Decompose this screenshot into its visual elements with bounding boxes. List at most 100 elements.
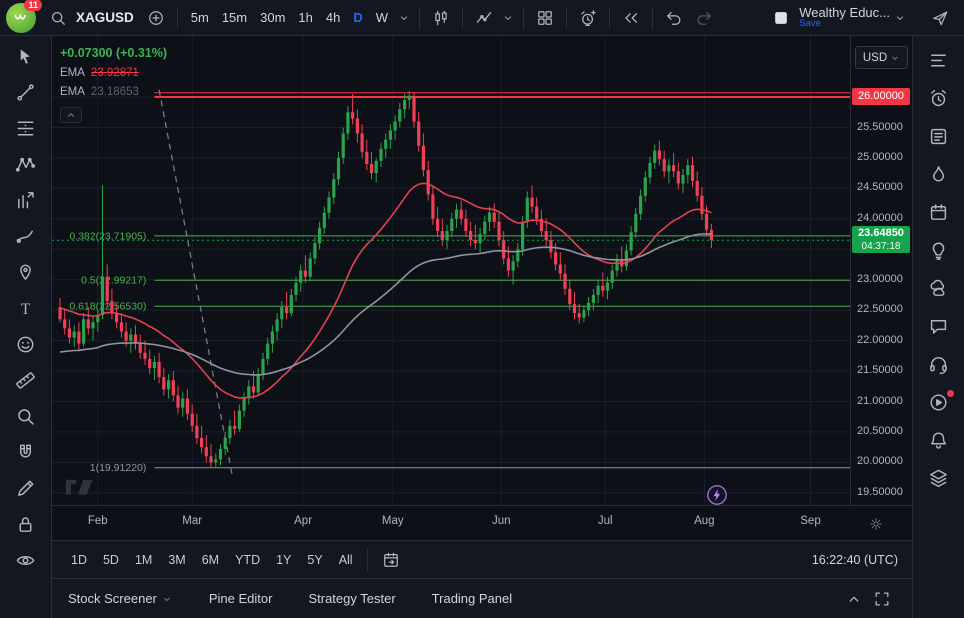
trading-app: 11 XAGUSD 5m15m30m1h4hDW Wealthy Educ...… <box>0 0 964 618</box>
toolbar-separator <box>609 7 610 29</box>
goto-date-icon[interactable] <box>377 546 405 574</box>
emoji-icon[interactable] <box>10 332 42 357</box>
price-tick: 23.00000 <box>857 273 903 285</box>
price-tick: 25.50000 <box>857 121 903 133</box>
brush-icon[interactable] <box>10 224 42 249</box>
clouds-icon[interactable] <box>923 276 955 301</box>
time-tick: Mar <box>177 515 207 527</box>
panel-expand-icon[interactable] <box>840 585 868 613</box>
range-all[interactable]: All <box>334 550 358 570</box>
alarm-icon[interactable] <box>923 86 955 111</box>
timeframe-D[interactable]: D <box>347 6 368 29</box>
news-icon[interactable] <box>923 124 955 149</box>
bulb-icon[interactable] <box>923 238 955 263</box>
indicator-legend-row[interactable]: EMA23.92871 <box>60 67 167 79</box>
redo-icon[interactable] <box>690 4 718 32</box>
time-ticks: FebMarAprMayJunJulAugSep <box>52 506 850 540</box>
layout-name-label: Wealthy Educ... <box>799 6 890 20</box>
bell-icon[interactable] <box>923 428 955 453</box>
save-button[interactable]: Save <box>799 19 821 29</box>
price-tick: 19.50000 <box>857 486 903 498</box>
indicators-menu-icon[interactable] <box>500 4 516 32</box>
watchlist-icon[interactable] <box>923 48 955 73</box>
range-5y[interactable]: 5Y <box>302 550 327 570</box>
search-icon[interactable] <box>44 4 72 32</box>
calendar-icon[interactable] <box>923 200 955 225</box>
headset-icon[interactable] <box>923 352 955 377</box>
range-6m[interactable]: 6M <box>197 550 224 570</box>
ruler-icon[interactable] <box>10 368 42 393</box>
trend-line-icon[interactable] <box>10 80 42 105</box>
currency-label: USD <box>863 52 887 64</box>
price-axis[interactable]: 26.0000025.5000025.0000024.5000024.00000… <box>850 36 912 505</box>
layout-name-button[interactable]: Wealthy Educ... Save <box>799 6 890 30</box>
cursor-icon[interactable] <box>10 44 42 69</box>
app-logo[interactable]: 11 <box>6 3 36 33</box>
bar-countdown: 04:37:18 <box>852 240 910 253</box>
timeframe-5m[interactable]: 5m <box>185 6 215 29</box>
range-3m[interactable]: 3M <box>163 550 190 570</box>
forecast-icon[interactable] <box>10 188 42 213</box>
range-1m[interactable]: 1M <box>130 550 157 570</box>
tab-trading-panel[interactable]: Trading Panel <box>432 591 512 606</box>
publish-icon[interactable] <box>926 4 954 32</box>
range-1d[interactable]: 1D <box>66 550 92 570</box>
panel-maximize-icon[interactable] <box>868 585 896 613</box>
current-price-tag: 23.64850 04:37:18 <box>852 226 910 253</box>
fire-icon[interactable] <box>923 162 955 187</box>
panel-tabs: Stock Screener Pine Editor Strategy Tester… <box>68 591 512 606</box>
layout-menu-icon[interactable] <box>892 4 908 32</box>
stream-icon[interactable] <box>923 390 955 415</box>
time-axis[interactable]: FebMarAprMayJunJulAugSep <box>52 505 912 540</box>
chart-area: 0.382(23.71905)0.5(22.99217)0.618(22.565… <box>52 36 912 505</box>
tab-stock-screener[interactable]: Stock Screener <box>68 591 173 606</box>
tab-strategy-tester[interactable]: Strategy Tester <box>308 591 395 606</box>
alert-icon[interactable] <box>574 4 602 32</box>
timeframe-4h[interactable]: 4h <box>320 6 346 29</box>
top-toolbar: 11 XAGUSD 5m15m30m1h4hDW Wealthy Educ...… <box>0 0 964 36</box>
fib-retracement-icon[interactable] <box>10 116 42 141</box>
magnet-icon[interactable] <box>10 440 42 465</box>
range-ytd[interactable]: YTD <box>230 550 265 570</box>
tab-pine-editor[interactable]: Pine Editor <box>209 591 273 606</box>
currency-select[interactable]: USD <box>855 46 908 69</box>
timeframe-menu-icon[interactable] <box>396 4 412 32</box>
timeframe-W[interactable]: W <box>370 6 394 29</box>
timeframe-15m[interactable]: 15m <box>216 6 253 29</box>
svg-text:0.5(22.99217): 0.5(22.99217) <box>81 275 146 287</box>
candlestick-chart[interactable]: 0.382(23.71905)0.5(22.99217)0.618(22.565… <box>52 36 850 505</box>
chart-style-icon[interactable] <box>427 4 455 32</box>
indicator-legend-row[interactable]: EMA23.18653 <box>60 86 167 98</box>
chat-icon[interactable] <box>923 314 955 339</box>
timeframe-1h[interactable]: 1h <box>292 6 318 29</box>
axis-settings-icon[interactable] <box>864 512 888 536</box>
layout-grid-icon[interactable] <box>531 4 559 32</box>
bottom-panel: Stock Screener Pine Editor Strategy Tester… <box>52 578 912 618</box>
chart-pane[interactable]: 0.382(23.71905)0.5(22.99217)0.618(22.565… <box>52 36 850 505</box>
zoom-icon[interactable] <box>10 404 42 429</box>
event-marker-icon[interactable] <box>706 484 728 506</box>
price-change-label: +0.07300 (+0.31%) <box>60 46 167 60</box>
add-symbol-icon[interactable] <box>142 4 170 32</box>
pin-icon[interactable] <box>10 260 42 285</box>
timeframe-30m[interactable]: 30m <box>254 6 291 29</box>
undo-icon[interactable] <box>660 4 688 32</box>
replay-icon[interactable] <box>617 4 645 32</box>
layout-thumbnail-icon[interactable] <box>767 4 795 32</box>
edit-icon[interactable] <box>10 476 42 501</box>
drawing-toolbar: T <box>0 36 52 618</box>
time-tick: Apr <box>288 515 318 527</box>
legend-collapse-button[interactable] <box>60 107 82 123</box>
indicator-legend: EMA23.92871 EMA23.18653 <box>60 67 167 98</box>
indicators-icon[interactable] <box>470 4 498 32</box>
timeframe-buttons: 5m15m30m1h4hDW <box>185 6 394 29</box>
lock-icon[interactable] <box>10 512 42 537</box>
eye-icon[interactable] <box>10 548 42 573</box>
text-icon[interactable]: T <box>10 296 42 321</box>
layers-icon[interactable] <box>923 466 955 491</box>
clock-label[interactable]: 16:22:40 (UTC) <box>812 553 898 567</box>
range-1y[interactable]: 1Y <box>271 550 296 570</box>
range-5d[interactable]: 5D <box>98 550 124 570</box>
xabcd-pattern-icon[interactable] <box>10 152 42 177</box>
symbol-button[interactable]: XAGUSD <box>76 10 134 25</box>
